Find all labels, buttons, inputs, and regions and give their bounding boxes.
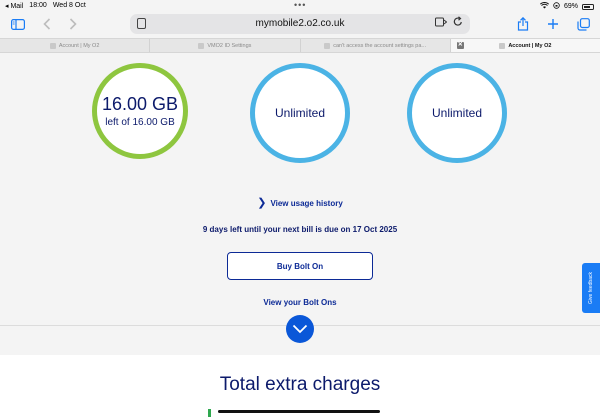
tab-strip: Account | My O2 VMO2 ID Settings can't a… [0, 38, 600, 53]
buy-bolt-on-button[interactable]: Buy Bolt On [227, 252, 373, 280]
extra-charges-section: Total extra charges [0, 355, 600, 417]
back-to-app-link[interactable]: ◂ Mail [5, 2, 23, 10]
extra-charges-title: Total extra charges [219, 374, 381, 395]
status-indicator [208, 409, 211, 417]
give-feedback-tab[interactable]: Give feedback [582, 263, 600, 313]
minutes-allowance-value: Unlimited [274, 106, 325, 120]
chevron-right-icon: ❯ [257, 197, 267, 209]
tab-title: Account | My O2 [58, 42, 100, 49]
data-remaining-caption: left of 16.00 GB [105, 117, 175, 128]
o2-favicon-icon [499, 42, 506, 49]
give-feedback-label: Give feedback [588, 272, 594, 304]
share-icon[interactable] [514, 15, 532, 33]
expand-button[interactable] [286, 315, 314, 343]
multitasking-dots[interactable]: ••• [294, 1, 306, 10]
data-allowance-ring: 16.00 GB left of 16.00 GB [92, 63, 188, 159]
o2-favicon-icon [49, 42, 56, 49]
chevron-down-icon [292, 324, 308, 334]
browser-toolbar: mymobile2.o2.co.uk [0, 12, 600, 36]
translate-icon[interactable] [435, 17, 448, 30]
back-icon[interactable] [38, 15, 56, 33]
browser-tab[interactable]: Account | My O2 [0, 39, 151, 52]
data-remaining-value: 16.00 GB [101, 94, 179, 114]
vmo2-favicon-icon [198, 42, 205, 49]
reload-icon[interactable] [453, 16, 463, 30]
bill-due-text: 9 days left until your next bill is due … [202, 225, 398, 234]
tab-title: Account | My O2 [508, 42, 552, 49]
usage-history-label: View usage history [270, 199, 343, 208]
new-tab-icon[interactable] [544, 15, 562, 33]
status-time: 18:00 [29, 2, 47, 9]
orientation-lock-icon [553, 2, 560, 11]
view-bolt-ons-link[interactable]: View your Bolt Ons [0, 298, 600, 307]
home-indicator[interactable] [218, 410, 380, 413]
account-page: 16.00 GB left of 16.00 GB Unlimited Unli… [0, 53, 600, 417]
forward-icon[interactable] [64, 15, 82, 33]
vmo2-favicon-icon [324, 42, 331, 49]
tab-title: VMO2 ID Settings [207, 42, 252, 49]
close-tab-icon[interactable]: ✕ [456, 42, 464, 49]
texts-allowance-value: Unlimited [431, 106, 482, 120]
view-usage-history-link[interactable]: ❯ View usage history [0, 196, 600, 209]
wifi-icon [539, 2, 550, 11]
battery-icon [582, 3, 594, 10]
status-date: Wed 8 Oct [52, 2, 86, 9]
tab-overview-icon[interactable] [574, 15, 592, 33]
address-bar[interactable]: mymobile2.o2.co.uk [130, 14, 470, 34]
browser-tab[interactable]: VMO2 ID Settings [150, 39, 301, 52]
status-bar: ◂ Mail 18:00 Wed 8 Oct ••• 69% [0, 0, 600, 12]
sidebar-icon[interactable] [9, 15, 27, 33]
minutes-allowance-ring: Unlimited [250, 63, 350, 163]
battery-percent: 69% [563, 3, 578, 10]
url-text: mymobile2.o2.co.uk [255, 18, 345, 29]
browser-tab[interactable]: can't access the account settings pa... [301, 39, 451, 52]
browser-tab-active[interactable]: ✕ Account | My O2 [450, 39, 600, 52]
tab-title: can't access the account settings pa... [333, 42, 427, 49]
texts-allowance-ring: Unlimited [407, 63, 507, 163]
